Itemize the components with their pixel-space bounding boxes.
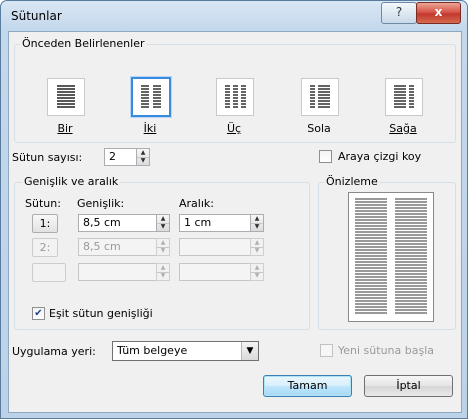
column-1-spacing-spinner[interactable]: ▲ ▼ bbox=[250, 214, 264, 232]
preset-three-label: Üç bbox=[226, 122, 242, 135]
preview-group-label: Önizleme bbox=[324, 175, 380, 188]
column-1-width-input[interactable]: 8,5 cm bbox=[78, 214, 168, 232]
ok-button[interactable]: Tamam bbox=[263, 375, 352, 397]
two-columns-icon bbox=[141, 85, 161, 108]
cancel-button[interactable]: İptal bbox=[364, 375, 453, 397]
column-2-width-input: 8,5 cm bbox=[78, 238, 168, 256]
column-1-width-spinner[interactable]: ▲ ▼ bbox=[156, 214, 170, 232]
preset-left-label: Sola bbox=[307, 122, 331, 135]
width-spacing-group-label: Genişlik ve aralık bbox=[22, 175, 121, 188]
column-1-number: 1: bbox=[32, 214, 58, 233]
spin-down-icon[interactable]: ▼ bbox=[157, 223, 169, 231]
spin-down-icon: ▼ bbox=[254, 272, 260, 279]
column-2-number: 2: bbox=[32, 238, 58, 257]
spin-down-icon: ▼ bbox=[160, 247, 166, 254]
checkmark-icon: ✔ bbox=[34, 308, 43, 319]
spin-down-icon: ▼ bbox=[160, 272, 166, 279]
spacing-header: Aralık: bbox=[179, 197, 214, 210]
preset-two-button[interactable] bbox=[131, 77, 171, 117]
new-column-checkbox bbox=[320, 344, 333, 357]
column-header: Sütun: bbox=[25, 197, 61, 210]
left-columns-icon bbox=[310, 85, 330, 108]
columns-dialog: Sütunlar ? x Önceden Belirlenenler Bir İ… bbox=[0, 0, 468, 419]
width-header: Genişlik: bbox=[77, 197, 125, 210]
preset-right-button[interactable] bbox=[385, 78, 423, 116]
preset-one-button[interactable] bbox=[47, 78, 85, 116]
spin-down-icon: ▼ bbox=[254, 247, 260, 254]
column-2-width-spinner: ▲ ▼ bbox=[156, 238, 170, 256]
preset-left-button[interactable] bbox=[301, 78, 339, 116]
column-count-spinner[interactable]: ▲ ▼ bbox=[136, 148, 150, 166]
preset-three-button[interactable] bbox=[216, 78, 254, 116]
equal-width-checkbox[interactable]: ✔ bbox=[32, 307, 45, 320]
line-between-checkbox[interactable] bbox=[319, 150, 332, 163]
presets-group-label: Önceden Belirlenenler bbox=[20, 37, 147, 50]
spin-down-icon[interactable]: ▼ bbox=[251, 223, 263, 231]
column-3-width-input bbox=[78, 263, 168, 281]
column-count-label: Sütun sayısı: bbox=[12, 151, 83, 164]
apply-to-value: Tüm belgeye bbox=[117, 344, 188, 357]
apply-to-dropdown[interactable]: Tüm belgeye ▼ bbox=[112, 341, 259, 361]
apply-to-label: Uygulama yeri: bbox=[12, 345, 96, 358]
one-column-icon bbox=[57, 85, 75, 108]
column-3-width-spinner: ▲ ▼ bbox=[156, 263, 170, 281]
column-3-number bbox=[32, 263, 66, 282]
line-between-label: Araya çizgi koy bbox=[338, 150, 422, 163]
three-columns-icon bbox=[225, 85, 246, 108]
help-icon: ? bbox=[395, 5, 403, 19]
page-preview-icon bbox=[355, 198, 427, 314]
column-3-spacing-spinner: ▲ ▼ bbox=[250, 263, 264, 281]
close-button[interactable]: x bbox=[416, 2, 461, 24]
right-columns-icon bbox=[394, 85, 414, 108]
equal-width-label: Eşit sütun genişliği bbox=[49, 307, 153, 320]
dialog-body: Önceden Belirlenenler Bir İki Üç Sola Sa… bbox=[8, 31, 462, 413]
dropdown-arrow-icon[interactable]: ▼ bbox=[241, 342, 258, 360]
help-button[interactable]: ? bbox=[381, 2, 417, 24]
close-icon: x bbox=[434, 5, 443, 19]
preview-page bbox=[348, 192, 434, 322]
title-bar[interactable]: Sütunlar ? x bbox=[1, 1, 467, 31]
new-column-label: Yeni sütuna başla bbox=[338, 344, 434, 357]
preset-one-label: Bir bbox=[57, 122, 73, 135]
dialog-title: Sütunlar bbox=[11, 9, 62, 23]
preset-two-label: İki bbox=[143, 122, 157, 135]
preset-right-label: Sağa bbox=[389, 122, 417, 135]
column-2-spacing-spinner: ▲ ▼ bbox=[250, 238, 264, 256]
spin-down-icon[interactable]: ▼ bbox=[137, 157, 149, 165]
